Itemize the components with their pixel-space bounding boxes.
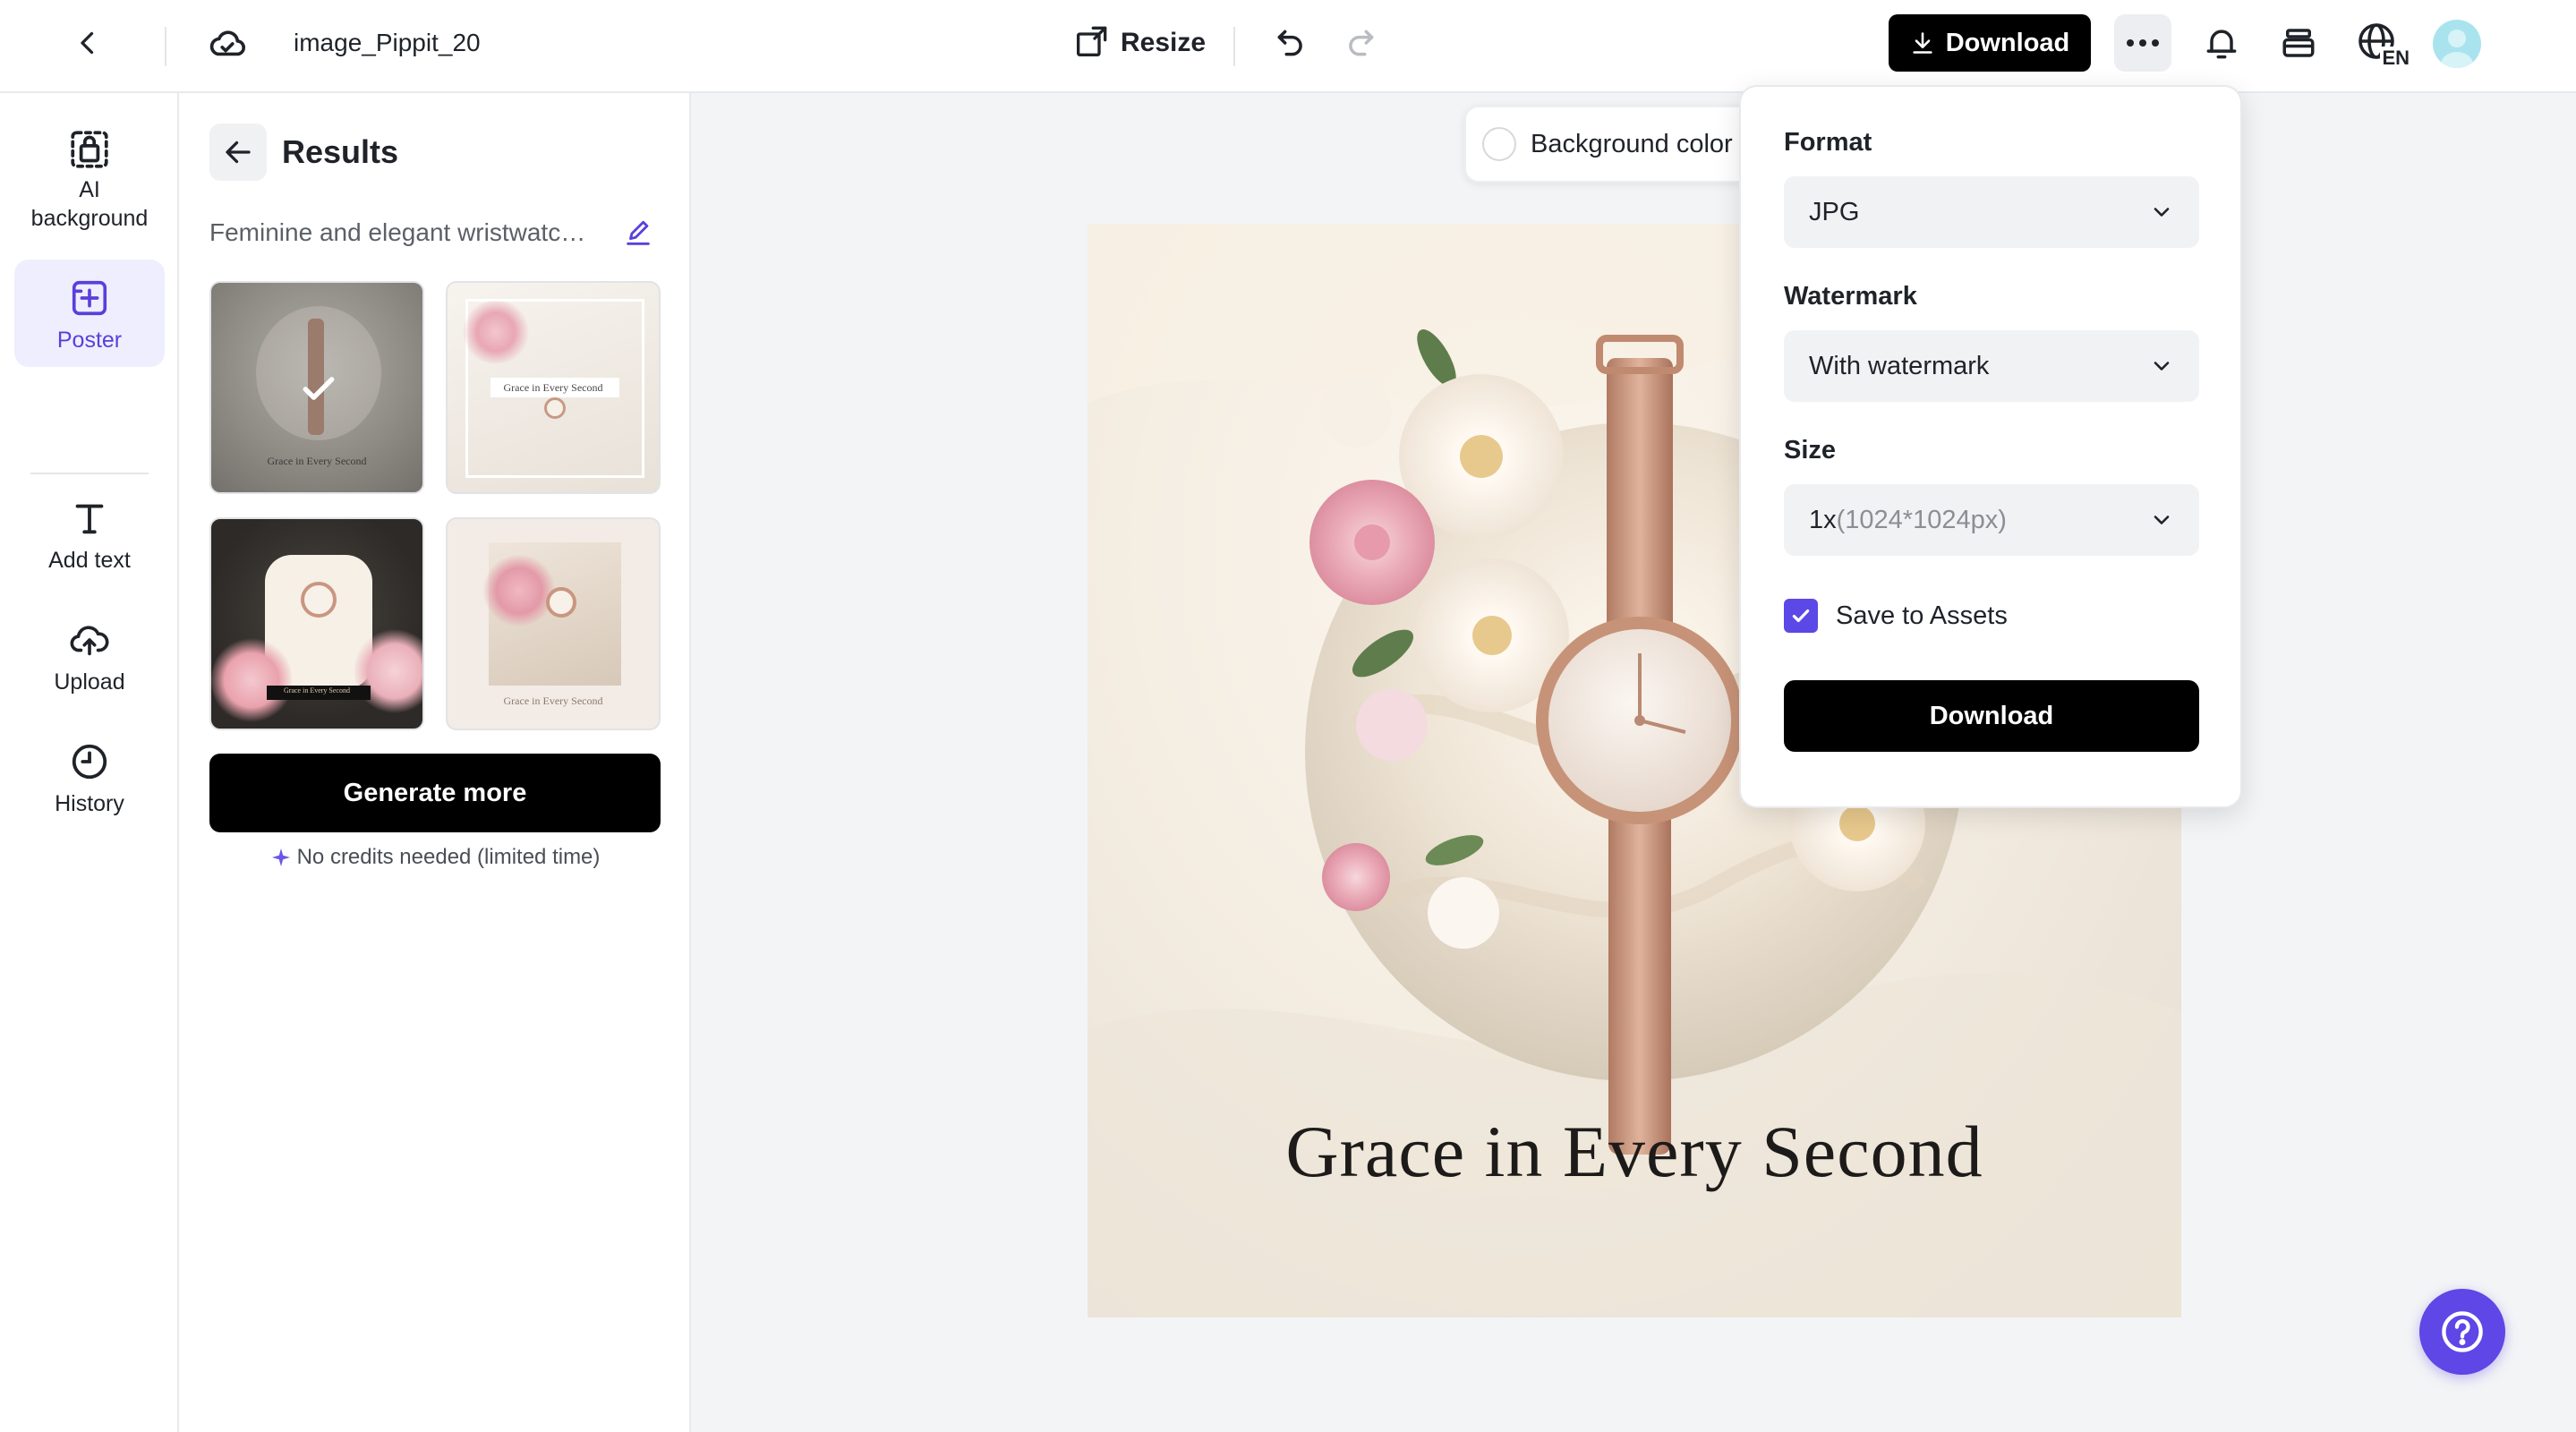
- save-to-assets-checkbox[interactable]: [1784, 599, 1818, 633]
- download-icon: [1913, 32, 1932, 54]
- language-globe-icon[interactable]: EN: [2352, 18, 2411, 72]
- rail-item-ai-background[interactable]: AI background: [14, 122, 165, 236]
- undo-icon[interactable]: [1269, 21, 1312, 64]
- rail-item-label: Poster: [56, 328, 123, 353]
- size-value: 1x(1024*1024px): [1809, 506, 2007, 535]
- file-name[interactable]: image_Pippit_20: [294, 25, 481, 61]
- background-color-label: Background color: [1531, 129, 1733, 158]
- left-rail: AI background Poster Add text Upload His…: [0, 93, 179, 1432]
- chevron-down-icon: [2154, 362, 2170, 371]
- resize-button[interactable]: Resize: [1072, 21, 1206, 64]
- rail-item-history[interactable]: History: [14, 741, 165, 831]
- thumbnail-flowers: [483, 555, 555, 626]
- back-arrow-icon[interactable]: [66, 21, 109, 64]
- background-color-button[interactable]: Background color: [1464, 106, 1760, 183]
- checkmark-icon: [1792, 609, 1810, 623]
- generate-more-button[interactable]: Generate more: [209, 754, 661, 832]
- thumbnail-caption: Grace in Every Second: [503, 695, 603, 707]
- rail-item-label: Upload: [54, 669, 125, 695]
- save-to-assets-label: Save to Assets: [1836, 601, 2008, 630]
- lock-bag-icon: [71, 131, 108, 168]
- rail-item-poster[interactable]: Poster: [14, 260, 165, 367]
- edit-pencil-icon[interactable]: [623, 218, 653, 249]
- results-panel: Results Feminine and elegant wristwatch …: [179, 93, 691, 1432]
- thumbnail-caption: Grace in Every Second: [267, 455, 367, 467]
- watermark-select[interactable]: With watermark: [1784, 330, 2199, 402]
- results-title: Results: [282, 133, 399, 170]
- divider: [1233, 27, 1235, 66]
- thumbnail-caption: Grace in Every Second: [284, 686, 350, 695]
- download-popover: Format JPG Watermark With watermark Size…: [1739, 85, 2242, 808]
- rail-item-label: Add text: [48, 548, 131, 573]
- resize-label: Resize: [1121, 28, 1207, 57]
- color-swatch: [1482, 127, 1516, 161]
- layers-icon[interactable]: [2273, 18, 2324, 68]
- size-label: Size: [1784, 436, 1837, 465]
- watermark-label: Watermark: [1784, 282, 1917, 311]
- rail-item-upload[interactable]: Upload: [14, 619, 165, 709]
- redo-icon[interactable]: [1339, 21, 1382, 64]
- rail-item-add-text[interactable]: Add text: [14, 498, 165, 587]
- rail-item-label: AI background: [30, 177, 149, 231]
- chevron-down-icon: [2154, 208, 2170, 217]
- format-value: JPG: [1809, 197, 1860, 226]
- thumbnail-flowers: [354, 626, 422, 716]
- download-label: Download: [1945, 28, 2070, 57]
- result-thumbnail-3[interactable]: Grace in Every Second: [209, 517, 424, 730]
- divider: [165, 27, 166, 66]
- checkmark-icon: [303, 377, 335, 400]
- poster-icon: [72, 280, 107, 316]
- size-multiplier: 1x: [1809, 505, 1837, 534]
- format-label: Format: [1784, 128, 1872, 157]
- prompt-text: Feminine and elegant wristwatch poster: [209, 218, 594, 246]
- upload-cloud-icon: [70, 626, 109, 656]
- results-back-button[interactable]: [209, 124, 267, 181]
- more-dots-icon: [2127, 39, 2159, 47]
- avatar[interactable]: [2433, 20, 2481, 68]
- result-thumbnail-4[interactable]: Grace in Every Second: [446, 517, 661, 730]
- question-mark-icon: [2442, 1311, 2483, 1352]
- chevron-down-icon: [2154, 516, 2170, 524]
- result-thumbnail-1[interactable]: Grace in Every Second: [209, 281, 424, 494]
- result-thumbnail-2[interactable]: Grace in Every Second: [446, 281, 661, 494]
- rail-item-label: History: [55, 791, 124, 816]
- clock-icon: [72, 744, 107, 780]
- size-select[interactable]: 1x(1024*1024px): [1784, 484, 2199, 556]
- arrow-left-icon: [226, 141, 251, 164]
- bell-icon[interactable]: [2196, 18, 2247, 68]
- format-select[interactable]: JPG: [1784, 176, 2199, 248]
- credits-note: No credits needed (limited time): [209, 845, 661, 870]
- popover-download-button[interactable]: Download: [1784, 680, 2199, 752]
- thumbnail-flowers: [460, 301, 532, 363]
- language-code: EN: [2380, 47, 2411, 70]
- thumbnail-watch: [546, 587, 576, 618]
- rail-divider: [30, 473, 149, 474]
- size-dimensions: (1024*1024px): [1836, 505, 2007, 534]
- more-options-button[interactable]: [2114, 14, 2171, 72]
- credits-note-text: No credits needed (limited time): [296, 845, 601, 869]
- thumbnail-caption: Grace in Every Second: [503, 381, 603, 394]
- watermark-value: With watermark: [1809, 351, 1990, 380]
- cloud-sync-icon[interactable]: [202, 21, 252, 64]
- sparkle-icon: [271, 848, 290, 866]
- user-avatar-icon: [2441, 30, 2473, 68]
- thumbnail-watch: [544, 397, 566, 419]
- resize-icon: [1077, 26, 1107, 56]
- poster-title[interactable]: Grace in Every Second: [1088, 1110, 2181, 1194]
- help-button[interactable]: [2419, 1289, 2505, 1375]
- save-to-assets-row[interactable]: Save to Assets: [1784, 599, 2008, 633]
- thumbnail-flowers: [211, 635, 292, 725]
- top-bar: image_Pippit_20 Resize Download EN: [0, 0, 2576, 93]
- text-icon: [75, 504, 104, 534]
- download-button[interactable]: Download: [1889, 14, 2091, 72]
- thumbnail-watch: [301, 582, 337, 618]
